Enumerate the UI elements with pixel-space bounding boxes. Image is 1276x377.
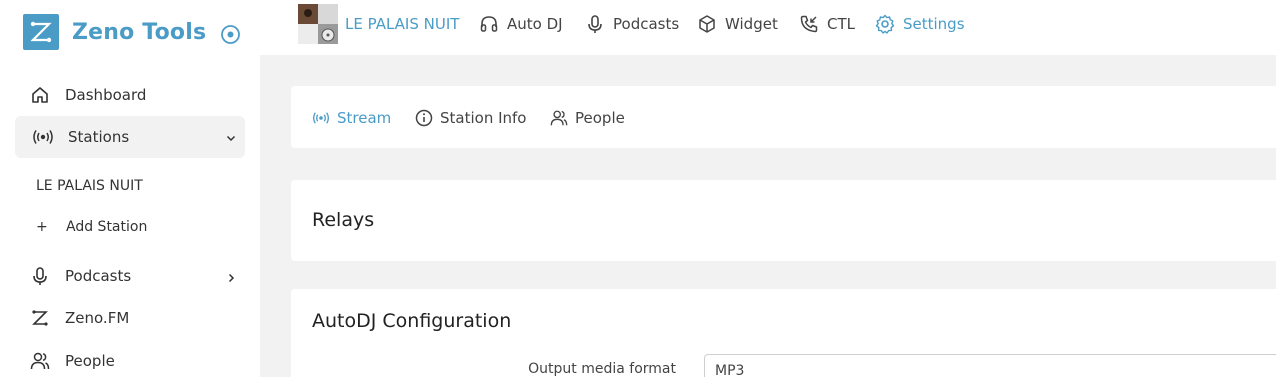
microphone-icon [585, 14, 605, 34]
top-bar: LE PALAIS NUIT Auto DJ Podcasts Widget C… [260, 0, 1276, 55]
tabs-card: Stream Station Info People [291, 86, 1276, 148]
sidebar-item-people[interactable]: People [15, 340, 245, 377]
tab-people[interactable]: People [550, 108, 625, 128]
broadcast-icon [312, 109, 330, 127]
nav-label: CTL [827, 15, 855, 33]
autodj-title: AutoDJ Configuration [312, 310, 512, 332]
sidebar-item-label: People [65, 352, 115, 370]
nav-podcasts[interactable]: Podcasts [585, 13, 679, 35]
brand-name: Zeno Tools [72, 19, 207, 45]
nav-settings[interactable]: Settings [875, 13, 965, 35]
info-icon [415, 109, 433, 127]
sidebar-toggle-icon[interactable] [220, 24, 241, 45]
brand[interactable]: Zeno Tools [23, 14, 253, 50]
sidebar-item-label: Stations [68, 128, 130, 146]
people-icon [29, 350, 51, 372]
tab-label: Station Info [440, 109, 527, 127]
gear-icon [875, 14, 895, 34]
tab-label: Stream [337, 109, 392, 127]
sidebar-station-link[interactable]: LE PALAIS NUIT [36, 178, 143, 194]
headphones-icon [479, 14, 499, 34]
sidebar-item-label: Dashboard [65, 86, 147, 104]
home-icon [29, 84, 51, 106]
station-name-link[interactable]: LE PALAIS NUIT [345, 13, 459, 35]
tab-stream[interactable]: Stream [312, 108, 391, 128]
nav-label: Settings [903, 15, 965, 33]
nav-ctl[interactable]: CTL [799, 13, 855, 35]
relays-card: Relays [291, 180, 1276, 261]
plus-icon: + [36, 219, 48, 235]
tab-label: People [575, 109, 625, 127]
relays-title: Relays [312, 209, 375, 231]
sidebar: Zeno Tools Dashboard Stations LE PALAIS … [0, 0, 260, 377]
nav-label: Podcasts [613, 15, 680, 33]
zeno-logo-icon [29, 307, 51, 329]
sidebar-item-stations[interactable]: Stations [15, 116, 245, 158]
nav-label: Auto DJ [507, 15, 563, 33]
add-station-label: Add Station [66, 219, 148, 235]
sidebar-item-dashboard[interactable]: Dashboard [15, 74, 245, 116]
zeno-logo-icon [23, 14, 59, 50]
cube-icon [697, 14, 717, 34]
broadcast-icon [32, 126, 54, 148]
phone-incoming-icon [799, 14, 819, 34]
sidebar-item-zeno-fm[interactable]: Zeno.FM [15, 297, 245, 339]
add-station-link[interactable]: + Add Station [36, 219, 147, 235]
station-thumbnail[interactable] [298, 4, 338, 44]
chevron-right-icon [225, 270, 237, 283]
people-icon [550, 109, 568, 127]
sidebar-item-label: Zeno.FM [65, 309, 130, 327]
autodj-card: AutoDJ Configuration Output media format… [291, 289, 1276, 377]
nav-label: Widget [725, 15, 778, 33]
sidebar-item-label: Podcasts [65, 267, 132, 285]
sidebar-item-podcasts[interactable]: Podcasts [15, 255, 245, 297]
tab-station-info[interactable]: Station Info [415, 108, 526, 128]
nav-widget[interactable]: Widget [697, 13, 778, 35]
output-format-select[interactable]: MP3 [704, 354, 1276, 377]
output-format-label: Output media format [528, 361, 676, 377]
chevron-down-icon [225, 130, 237, 142]
nav-auto-dj[interactable]: Auto DJ [479, 13, 563, 35]
microphone-icon [29, 265, 51, 287]
